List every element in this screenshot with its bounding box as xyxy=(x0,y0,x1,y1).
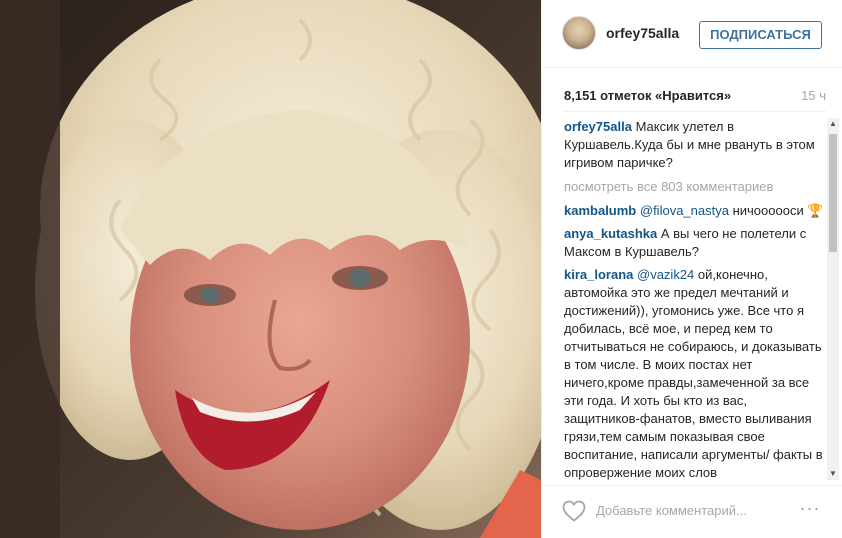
post-photo[interactable] xyxy=(0,0,541,538)
scroll-thumb[interactable] xyxy=(829,134,837,252)
comment-username[interactable]: kambalumb xyxy=(564,203,636,218)
comment-mention[interactable]: @vazik24 xyxy=(637,267,694,282)
list-item: anya_kutashka А вы чего не полетели с Ма… xyxy=(564,225,826,261)
view-all-comments-link[interactable]: посмотреть все 803 комментариев xyxy=(564,178,826,196)
comment-text: ой,конечно, автомойка это же предел мечт… xyxy=(564,267,823,480)
caption-username[interactable]: orfey75alla xyxy=(564,119,632,134)
scroll-up-arrow-icon[interactable]: ▲ xyxy=(827,118,839,130)
likes-count[interactable]: 8,151 отметок «Нравится» xyxy=(564,88,731,103)
post-side-panel: orfey75alla ПОДПИСАТЬСЯ 8,151 отметок «Н… xyxy=(541,0,842,538)
post-footer: ··· xyxy=(542,485,842,538)
comment-input[interactable] xyxy=(596,498,796,522)
comment-username[interactable]: kira_lorana xyxy=(564,267,633,282)
comments-list[interactable]: orfey75alla Максик улетел в Куршавель.Ку… xyxy=(564,118,826,480)
list-item: kambalumb @filova_nastya ничоооооси 🏆 xyxy=(564,202,826,220)
header-username[interactable]: orfey75alla xyxy=(606,25,679,41)
comment-username[interactable]: anya_kutashka xyxy=(564,226,657,241)
list-item: kira_lorana @vazik24 ой,конечно, автомой… xyxy=(564,266,826,480)
divider xyxy=(564,111,826,112)
selfie-image xyxy=(0,0,541,538)
scroll-down-arrow-icon[interactable]: ▼ xyxy=(827,468,839,480)
heart-icon[interactable] xyxy=(562,500,586,522)
comment-mention[interactable]: @filova_nastya xyxy=(640,203,729,218)
comment-text: ничоооооси 🏆 xyxy=(732,203,824,218)
follow-button[interactable]: ПОДПИСАТЬСЯ xyxy=(699,21,822,49)
more-options-icon[interactable]: ··· xyxy=(797,498,823,522)
avatar[interactable] xyxy=(562,16,596,50)
post-time[interactable]: 15 ч xyxy=(801,88,826,103)
stats-row: 8,151 отметок «Нравится» 15 ч xyxy=(564,88,826,108)
comments-scrollbar[interactable]: ▲ ▼ xyxy=(827,118,839,480)
post-header: orfey75alla ПОДПИСАТЬСЯ xyxy=(542,0,842,68)
caption: orfey75alla Максик улетел в Куршавель.Ку… xyxy=(564,118,826,172)
